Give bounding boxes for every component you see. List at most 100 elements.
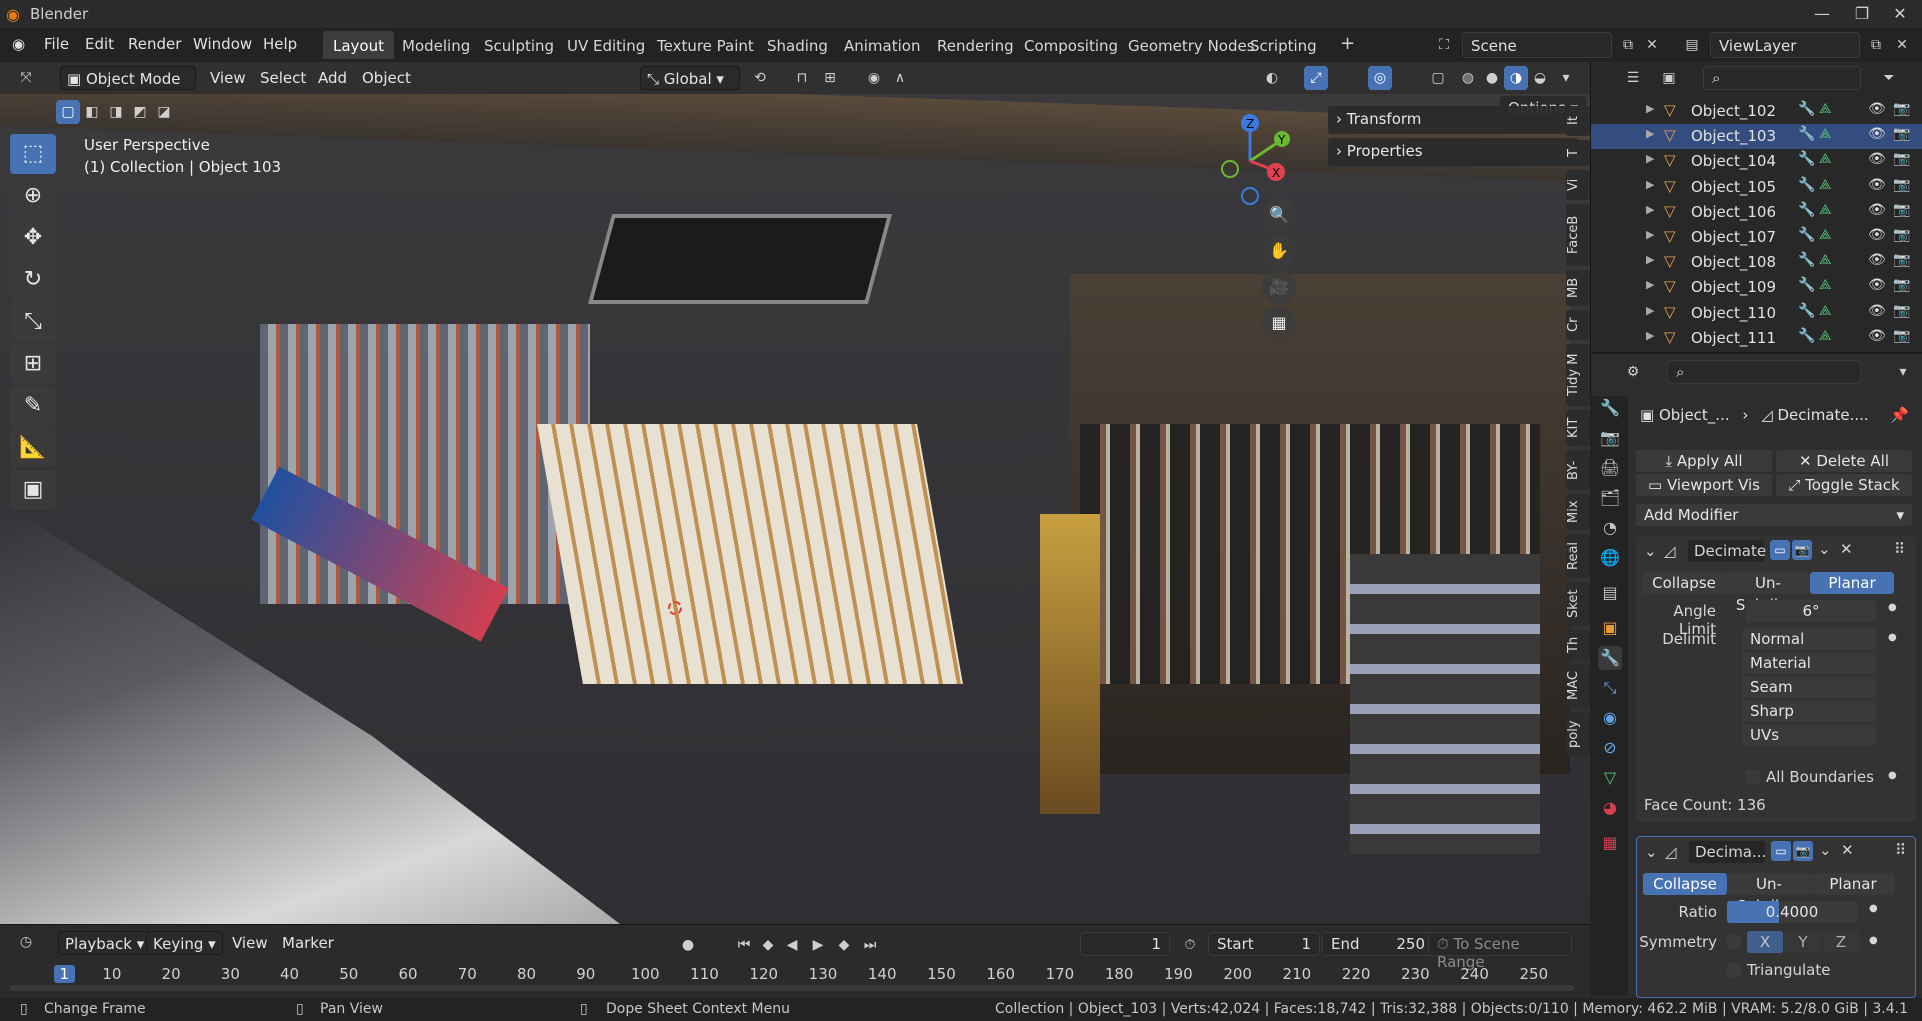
view-layer-field[interactable]: ViewLayer [1710, 32, 1860, 58]
mode-dropdown[interactable]: ▣ Object Mode ▾ [60, 66, 196, 112]
tab-shading[interactable]: Shading [757, 31, 838, 59]
play-icon[interactable]: ▶ [806, 933, 830, 957]
keying-dropdown[interactable]: Keying ▾ [146, 931, 223, 955]
select-intersect-icon[interactable]: ◪ [152, 100, 176, 124]
eye-icon[interactable]: 👁 [1868, 177, 1886, 193]
blender-menu-icon[interactable]: ◉ [12, 35, 25, 53]
jump-end-icon[interactable]: ⏭ [858, 933, 882, 957]
modifier-icon[interactable]: 🔧 [1798, 202, 1815, 218]
render-props-icon[interactable]: 📷 [1598, 426, 1622, 450]
transform-tool-icon[interactable]: ⊞ [10, 344, 56, 384]
snap-icon[interactable]: ⊓ [790, 66, 814, 90]
world-props-icon[interactable]: 🌐 [1598, 546, 1622, 570]
annotate-tool-icon[interactable]: ✎ [10, 386, 56, 426]
modifier-icon[interactable]: 🔧 [1798, 101, 1815, 117]
shading-options-icon[interactable]: ▾ [1554, 66, 1578, 90]
delimit-seam[interactable]: Seam [1742, 676, 1876, 698]
select-subtract-icon[interactable]: ◨ [104, 100, 128, 124]
render-camera-icon[interactable]: 📷 [1893, 177, 1910, 193]
tab-uv-editing[interactable]: UV Editing [557, 31, 655, 59]
menu-add[interactable]: Add [318, 66, 347, 90]
expand-arrow-icon[interactable]: ▶ [1646, 253, 1654, 266]
eye-icon[interactable]: 👁 [1868, 151, 1886, 167]
menu-edit[interactable]: Edit [85, 35, 114, 53]
tab-rendering[interactable]: Rendering [927, 31, 1024, 59]
outliner-item[interactable]: ▶ ▽ Object_111 🔧 ⟁ 👁 📷 [1591, 326, 1922, 351]
angle-limit-field[interactable]: 6° [1746, 600, 1876, 622]
tab-layout[interactable]: Layout [323, 31, 394, 59]
visibility-icon[interactable]: ◐ [1260, 66, 1284, 90]
rendered-shading-icon[interactable]: ◒ [1528, 66, 1552, 90]
render-camera-icon[interactable]: 📷 [1893, 277, 1910, 293]
modifier-props-icon[interactable]: 🔧 [1598, 646, 1622, 670]
eye-icon[interactable]: 👁 [1868, 101, 1886, 117]
object-props-icon[interactable]: ▣ [1598, 616, 1622, 640]
3d-viewport[interactable]: ⬚ ⊕ ✥ ↻ ⤡ ⊞ ✎ 📐 ▣ ▢ ◧ ◨ ◩ ◪ Options ▾ Us… [0, 94, 1590, 924]
modifier-icon[interactable]: 🔧 [1798, 126, 1815, 142]
mode-collapse-tab[interactable]: Collapse [1643, 873, 1727, 895]
overlay-toggle-icon[interactable]: ◎ [1368, 66, 1392, 90]
delimit-normal[interactable]: Normal [1742, 628, 1876, 650]
solid-shading-icon[interactable]: ● [1480, 66, 1504, 90]
move-tool-icon[interactable]: ✥ [10, 218, 56, 258]
eye-icon[interactable]: 👁 [1868, 277, 1886, 293]
tab-scripting[interactable]: Scripting [1240, 31, 1327, 59]
mesh-data-icon[interactable]: ⟁ [1819, 101, 1832, 117]
outliner-item[interactable]: ▶ ▽ Object_107 🔧 ⟁ 👁 📷 [1591, 225, 1922, 250]
menu-file[interactable]: File [44, 35, 69, 53]
render-camera-icon[interactable]: 📷 [1893, 101, 1910, 117]
select-difference-icon[interactable]: ◩ [128, 100, 152, 124]
properties-options-icon[interactable]: ▾ [1891, 360, 1915, 384]
timeline-editor-type-icon[interactable]: ◷ [14, 930, 38, 954]
collapse-chevron-icon[interactable]: ⌄ [1645, 843, 1658, 861]
timeline-menu-marker[interactable]: Marker [282, 931, 334, 955]
remove-modifier-icon[interactable]: ✕ [1841, 841, 1854, 859]
keyframe-dot-icon[interactable]: ● [1888, 632, 1897, 643]
maximize-button[interactable]: ❐ [1842, 2, 1882, 26]
delete-scene-icon[interactable]: ✕ [1640, 33, 1664, 57]
modifier-icon[interactable]: 🔧 [1798, 328, 1815, 344]
side-tab-mb[interactable]: MB [1566, 270, 1590, 306]
new-view-layer-icon[interactable]: ⧉ [1864, 33, 1888, 57]
expand-arrow-icon[interactable]: ▶ [1646, 278, 1654, 291]
delimit-uvs[interactable]: UVs [1742, 724, 1876, 746]
properties-search-input[interactable]: ⌕ [1667, 360, 1861, 384]
close-window-button[interactable]: ✕ [1880, 2, 1920, 26]
next-keyframe-icon[interactable]: ◆ [832, 933, 856, 957]
side-tab-view[interactable]: Vi [1566, 170, 1590, 200]
side-tab-th[interactable]: Th [1566, 630, 1590, 660]
mesh-data-icon[interactable]: ⟁ [1819, 252, 1832, 268]
side-tab-item[interactable]: It [1566, 106, 1590, 136]
outliner-search-input[interactable]: ⌕ [1703, 66, 1861, 90]
select-box-tool-icon[interactable]: ⬚ [10, 134, 56, 174]
tool-props-icon[interactable]: 🔧 [1598, 396, 1622, 420]
proportional-edit-icon[interactable]: ◉ [862, 66, 886, 90]
outliner-item[interactable]: ▶ ▽ Object_109 🔧 ⟁ 👁 📷 [1591, 275, 1922, 300]
mode-collapse-tab[interactable]: Collapse [1642, 572, 1726, 594]
delimit-sharp[interactable]: Sharp [1742, 700, 1876, 722]
expand-arrow-icon[interactable]: ▶ [1646, 228, 1654, 241]
triangulate-checkbox[interactable] [1727, 963, 1741, 977]
drag-handle-icon[interactable]: ⠿ [1894, 540, 1905, 558]
add-modifier-dropdown[interactable]: Add Modifier ▾ [1636, 504, 1912, 526]
render-camera-icon[interactable]: 📷 [1893, 328, 1910, 344]
ratio-slider[interactable]: 0.4000 [1727, 901, 1857, 923]
render-camera-icon[interactable]: 📷 [1893, 303, 1910, 319]
menu-select[interactable]: Select [260, 66, 306, 90]
side-tab-tool[interactable]: T [1566, 140, 1590, 166]
keyframe-dot-icon[interactable]: ● [1888, 770, 1897, 781]
particles-props-icon[interactable]: ⤡ [1598, 676, 1622, 700]
add-cube-tool-icon[interactable]: ▣ [10, 470, 56, 510]
axis-x-button[interactable]: X [1747, 931, 1783, 953]
scene-props-icon[interactable]: ◔ [1598, 516, 1622, 540]
timeline-scrollbar[interactable] [10, 985, 1574, 991]
expand-arrow-icon[interactable]: ▶ [1646, 102, 1654, 115]
pivot-point-icon[interactable]: ⟲ [748, 66, 772, 90]
mesh-data-icon[interactable]: ⟁ [1819, 151, 1832, 167]
expand-arrow-icon[interactable]: ▶ [1646, 329, 1654, 342]
mesh-data-icon[interactable]: ⟁ [1819, 277, 1832, 293]
npanel-properties[interactable]: › Properties [1328, 138, 1578, 166]
end-frame-field[interactable]: End 250 [1322, 932, 1434, 956]
outliner-item[interactable]: ▶ ▽ Object_106 🔧 ⟁ 👁 📷 [1591, 200, 1922, 225]
keyframe-dot-icon[interactable]: ● [1869, 935, 1878, 946]
